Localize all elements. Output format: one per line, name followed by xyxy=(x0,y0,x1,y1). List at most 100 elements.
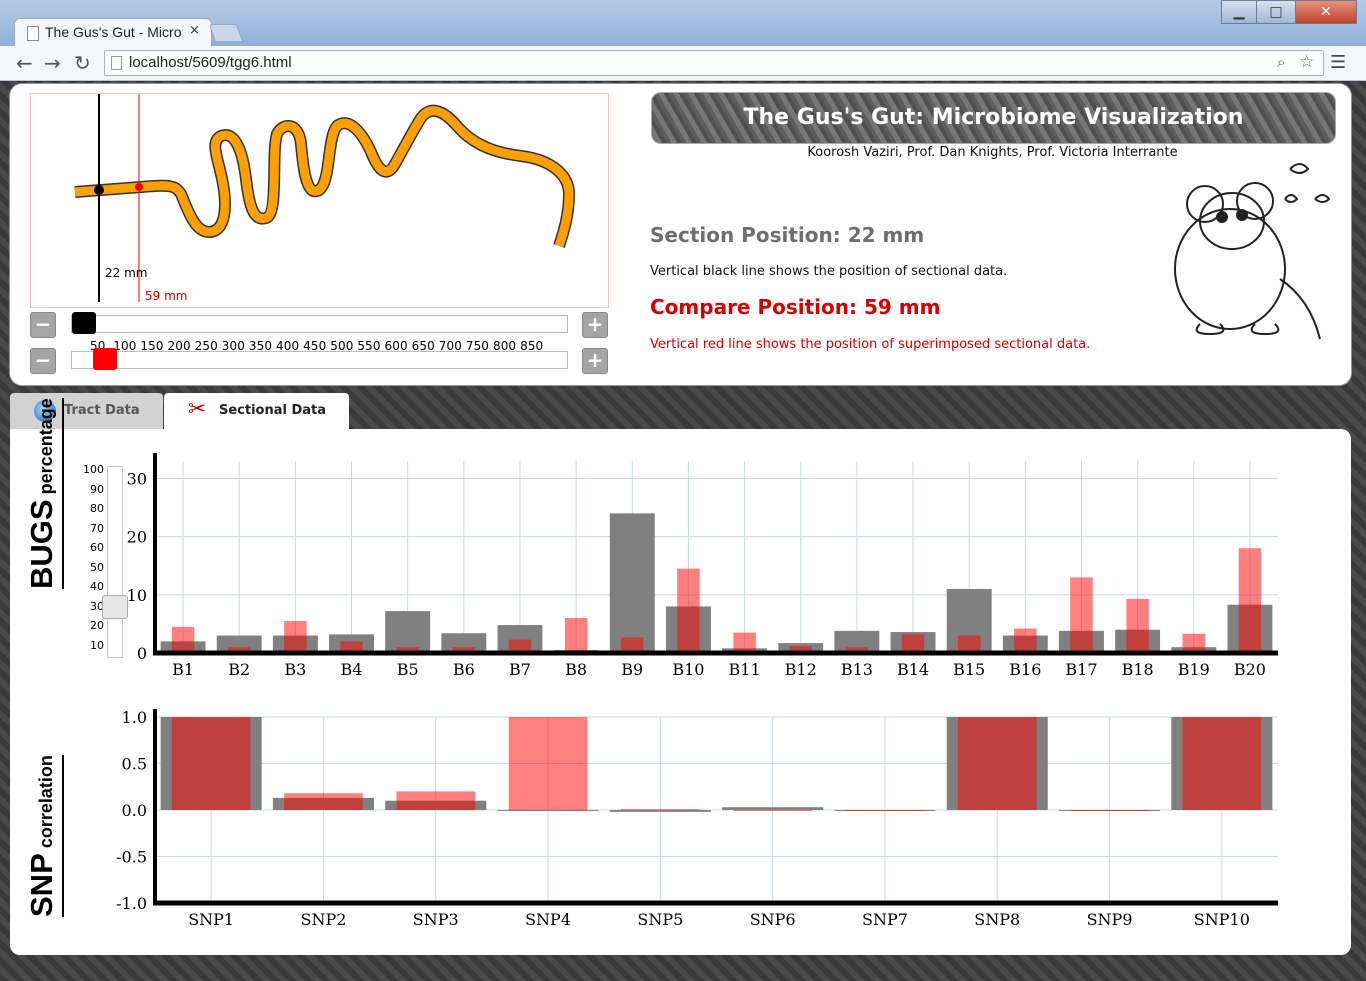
x-tick-label: B14 xyxy=(897,660,929,679)
section-description: Vertical black line shows the position o… xyxy=(650,264,1008,279)
compare-bar xyxy=(1070,810,1149,811)
x-tick-label: B11 xyxy=(729,660,761,679)
x-tick-label: SNP10 xyxy=(1194,910,1250,929)
compare-bar xyxy=(171,717,251,810)
x-tick-label: B15 xyxy=(953,660,985,679)
tab-title: The Gus's Gut - Micro xyxy=(45,24,182,40)
compare-slider-thumb[interactable] xyxy=(93,348,117,370)
y-tick-label: -0.5 xyxy=(116,848,147,867)
section-plus-button[interactable]: + xyxy=(582,312,608,338)
x-tick-label: SNP4 xyxy=(525,910,571,929)
x-tick-label: B13 xyxy=(841,660,873,679)
x-tick-label: B6 xyxy=(453,660,475,679)
y-tick-label: 20 xyxy=(127,528,147,547)
compare-bar xyxy=(1182,633,1206,653)
section-slider-track[interactable] xyxy=(71,315,568,333)
close-window-button[interactable]: ✕ xyxy=(1295,0,1357,24)
new-tab-button[interactable] xyxy=(208,24,244,42)
compare-bar xyxy=(1182,717,1262,810)
y-tick-label: 10 xyxy=(127,586,147,605)
section-bar xyxy=(722,807,824,810)
mouse-mascot-icon xyxy=(1174,163,1331,340)
compare-bar xyxy=(845,810,925,811)
page-icon xyxy=(111,56,122,70)
snp-title-small: correlation xyxy=(36,755,56,849)
bookmark-star-icon[interactable]: ☆ xyxy=(1299,52,1314,72)
compare-bar xyxy=(733,810,812,811)
y-tick-label: -1.0 xyxy=(116,894,147,913)
compare-bar xyxy=(171,626,195,653)
x-tick-label: B20 xyxy=(1234,660,1266,679)
section-bar xyxy=(385,611,431,653)
y-tick-label: 30 xyxy=(127,469,147,488)
compare-bar xyxy=(733,632,756,653)
section-bar xyxy=(609,513,655,653)
browser-tab[interactable]: The Gus's Gut - Micro × xyxy=(14,18,212,47)
page: 22 mm 59 mm − + 50 100 150 200 250 300 3… xyxy=(0,81,1366,981)
compare-minus-button[interactable]: − xyxy=(30,348,56,374)
x-tick-label: B12 xyxy=(785,660,817,679)
x-tick-label: B3 xyxy=(284,660,306,679)
section-position-heading: Section Position: 22 mm xyxy=(650,223,925,247)
x-tick-label: B2 xyxy=(228,660,250,679)
compare-slider-track[interactable] xyxy=(71,351,568,369)
x-tick-label: SNP2 xyxy=(300,910,346,929)
browser-titlebar: The Gus's Gut - Micro × ▁ □ ✕ xyxy=(0,0,1366,47)
compare-marker xyxy=(135,183,143,191)
x-tick-label: B5 xyxy=(397,660,419,679)
page-icon xyxy=(27,26,39,41)
minimize-button[interactable]: ▁ xyxy=(1221,0,1257,24)
x-tick-label: B1 xyxy=(172,660,194,679)
address-bar[interactable]: localhost/5609/tgg6.html ⌕ ☆ xyxy=(104,50,1324,76)
x-tick-label: B17 xyxy=(1065,660,1097,679)
compare-bar xyxy=(901,634,925,653)
maximize-button[interactable]: □ xyxy=(1256,0,1296,24)
compare-plus-button[interactable]: + xyxy=(582,348,608,374)
x-tick-label: SNP9 xyxy=(1087,910,1133,929)
x-tick-label: SNP5 xyxy=(637,910,683,929)
back-icon[interactable]: ← xyxy=(16,51,33,75)
sectional-charts-panel: BUGS percentage 100 90 80 70 60 50 40 30 20 10 01… xyxy=(10,398,1351,955)
compare-bar xyxy=(1014,628,1037,653)
browser-toolbar: ← → ↻ localhost/5609/tgg6.html ⌕ ☆ ☰ xyxy=(0,46,1366,81)
y-tick-label: 0 xyxy=(137,644,147,663)
x-tick-label: SNP6 xyxy=(750,910,796,929)
tract-view[interactable]: 22 mm 59 mm xyxy=(30,93,609,308)
compare-bar xyxy=(957,717,1037,810)
compare-bar xyxy=(957,635,981,653)
section-marker xyxy=(94,185,104,195)
x-tick-label: SNP7 xyxy=(862,910,908,929)
compare-position-heading: Compare Position: 59 mm xyxy=(650,295,941,319)
compare-bar xyxy=(1238,548,1262,653)
zoom-icon[interactable]: ⌕ xyxy=(1277,53,1285,71)
tab-sectional-label: Sectional Data xyxy=(219,403,327,418)
section-line-label: 22 mm xyxy=(105,266,148,280)
url-text[interactable]: localhost/5609/tgg6.html xyxy=(129,54,292,71)
x-tick-label: SNP8 xyxy=(974,910,1020,929)
y-tick-label: 1.0 xyxy=(122,708,147,727)
app-title: The Gus's Gut: Microbiome Visualization xyxy=(743,105,1244,130)
tab-sectional-data[interactable]: ✂ Sectional Data xyxy=(164,393,349,429)
x-tick-label: SNP3 xyxy=(413,910,459,929)
x-tick-label: B9 xyxy=(621,660,643,679)
close-tab-icon[interactable]: × xyxy=(189,23,200,38)
compare-bar xyxy=(508,717,588,810)
x-tick-label: B19 xyxy=(1178,660,1210,679)
scissors-icon: ✂ xyxy=(188,397,207,422)
compare-bar xyxy=(621,809,700,811)
compare-bar xyxy=(677,568,700,653)
menu-icon[interactable]: ☰ xyxy=(1330,52,1346,73)
snp-axis-title: SNP correlation xyxy=(24,755,64,917)
section-slider-thumb[interactable] xyxy=(72,312,96,334)
y-tick-label: 0.0 xyxy=(122,801,147,820)
tab-tract-label: Tract Data xyxy=(64,403,140,418)
forward-icon[interactable]: → xyxy=(44,51,61,75)
gut-path xyxy=(74,106,574,248)
x-tick-label: B10 xyxy=(672,660,704,679)
reload-icon[interactable]: ↻ xyxy=(74,51,91,75)
x-tick-label: SNP1 xyxy=(188,910,234,929)
x-tick-label: B7 xyxy=(509,660,531,679)
y-tick-label: 0.5 xyxy=(122,755,147,774)
snp-title-big: SNP xyxy=(24,853,59,917)
section-minus-button[interactable]: − xyxy=(30,312,56,338)
